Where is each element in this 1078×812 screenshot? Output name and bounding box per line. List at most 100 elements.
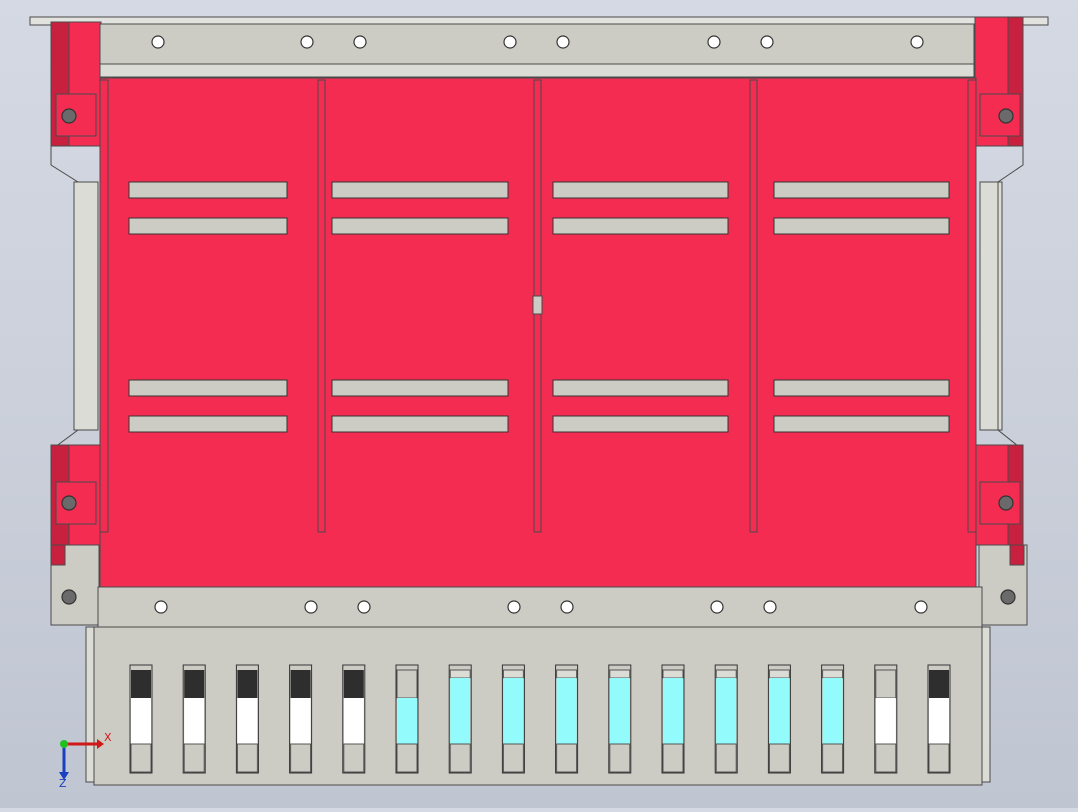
left-side-bracket: [50, 21, 102, 626]
front-vent-cover: [93, 626, 983, 786]
vent-slot-foot: [449, 743, 471, 773]
vent-slot-bottom: [875, 698, 896, 744]
vent-slot: [448, 664, 472, 774]
vent-slot-top: [502, 669, 524, 679]
vent-slot-bottom: [343, 698, 364, 744]
vent-slot: [501, 664, 525, 774]
mounting-hole: [910, 35, 924, 49]
mounting-hole: [507, 600, 521, 614]
right-side-bracket: [974, 16, 1028, 626]
vent-slot-bottom: [131, 698, 151, 744]
vent-slot-top: [662, 669, 684, 679]
vent-slot-top: [131, 670, 151, 698]
vent-slot-top: [396, 669, 418, 699]
triad-x-label: X: [104, 731, 112, 744]
cad-viewport[interactable]: X Z: [0, 0, 1078, 808]
panel-slot: [552, 181, 729, 199]
mounting-hole: [304, 600, 318, 614]
vent-slot-foot: [662, 743, 684, 773]
panel-slot: [331, 415, 509, 433]
mounting-hole: [300, 35, 314, 49]
vent-slot-top: [343, 670, 364, 698]
vent-slot-top: [556, 669, 578, 679]
vent-slot-foot: [928, 743, 950, 773]
vent-slot-foot: [502, 743, 524, 773]
panel-slot: [552, 415, 729, 433]
vent-slot-bottom: [397, 698, 417, 744]
vent-slot-top: [609, 669, 631, 679]
vent-slot-bottom: [556, 678, 577, 744]
vent-slot-top: [929, 670, 949, 698]
panel-slot: [331, 181, 509, 199]
bottom-rail: [97, 586, 983, 628]
panel-slot: [552, 217, 729, 235]
vent-slot: [608, 664, 632, 774]
panel-slot: [128, 181, 288, 199]
vent-slot-foot: [875, 743, 897, 773]
vent-slot-foot: [183, 743, 205, 773]
mounting-hole: [503, 35, 517, 49]
vent-slot: [821, 664, 845, 774]
mounting-hole: [707, 35, 721, 49]
vent-slot: [714, 664, 738, 774]
vent-slot-foot: [130, 743, 152, 773]
mounting-hole: [353, 35, 367, 49]
vent-slot-bottom: [609, 678, 630, 744]
vent-slot: [927, 664, 951, 774]
vent-slot: [395, 664, 419, 774]
vent-slot-foot: [822, 743, 844, 773]
vent-slot: [289, 664, 313, 774]
mounting-hole: [998, 108, 1014, 124]
panel-slot: [331, 379, 509, 397]
vent-slot-bottom: [822, 678, 843, 744]
vent-slot-bottom: [769, 678, 790, 744]
panel-slot: [128, 217, 288, 235]
panel-slot: [773, 217, 950, 235]
mounting-hole: [357, 600, 371, 614]
mounting-hole: [998, 495, 1014, 511]
vent-slot: [342, 664, 366, 774]
panel-slot: [128, 415, 288, 433]
mounting-hole: [560, 600, 574, 614]
panel-slot: [773, 379, 950, 397]
panel-slot: [331, 217, 509, 235]
vent-slot-bottom: [237, 698, 258, 744]
vent-slot-top: [822, 669, 844, 679]
mounting-hole: [710, 600, 724, 614]
vent-slot-foot: [236, 743, 258, 773]
mounting-hole: [763, 600, 777, 614]
top-rail-lip: [99, 63, 975, 78]
vent-slot-bottom: [290, 698, 311, 744]
vent-slot: [235, 664, 259, 774]
vent-slot-foot: [556, 743, 578, 773]
vent-slot-foot: [290, 743, 312, 773]
vent-slot-foot: [715, 743, 737, 773]
mounting-hole: [556, 35, 570, 49]
vent-slot-bottom: [450, 678, 471, 744]
top-rail: [99, 23, 975, 65]
panel-slot: [128, 379, 288, 397]
vent-slot-top: [715, 669, 737, 679]
vent-slot-foot: [343, 743, 365, 773]
vent-slot-foot: [396, 743, 418, 773]
panel-slot: [773, 181, 950, 199]
vent-slot-foot: [609, 743, 631, 773]
vent-slot: [182, 664, 206, 774]
mounting-hole: [914, 600, 928, 614]
vent-slot-bottom: [716, 678, 737, 744]
mounting-hole: [61, 495, 77, 511]
mounting-hole: [61, 589, 77, 605]
mounting-hole: [1000, 589, 1016, 605]
panel-slot: [773, 415, 950, 433]
assembly-model[interactable]: [0, 0, 1078, 808]
vent-slot-bottom: [184, 698, 205, 744]
vent-slot: [555, 664, 579, 774]
triad-z-label: Z: [59, 777, 67, 790]
mounting-hole: [61, 108, 77, 124]
vent-slot: [661, 664, 685, 774]
vent-slot-top: [875, 669, 897, 699]
vent-slot-top: [184, 670, 205, 698]
vent-slot: [874, 664, 898, 774]
vent-slot: [767, 664, 791, 774]
vent-slot-bottom: [929, 698, 949, 744]
